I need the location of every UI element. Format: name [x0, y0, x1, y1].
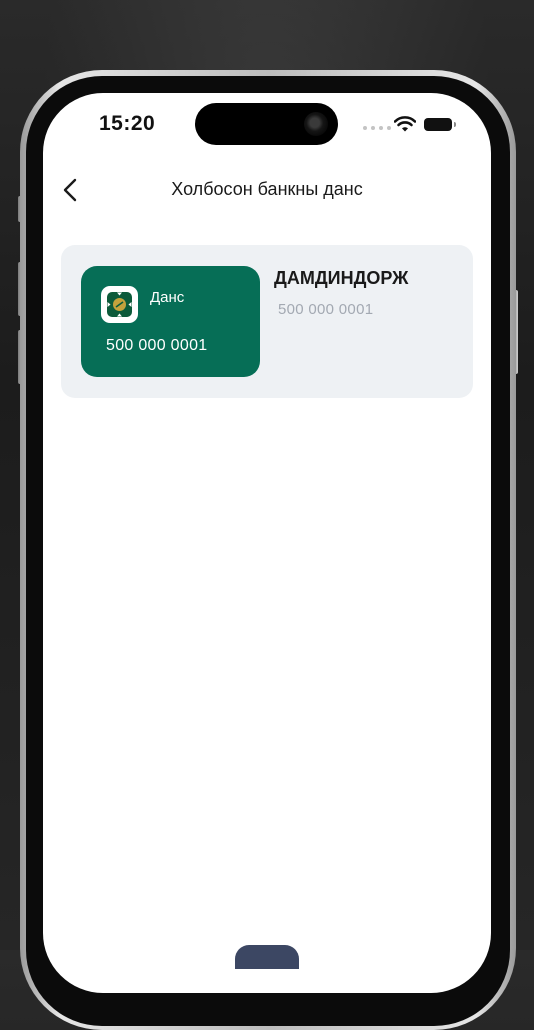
linked-account-card[interactable]: Данс 500 000 0001 ДАМДИНДОРЖ 500 000 000… [61, 245, 473, 398]
bottom-button-partial[interactable] [235, 945, 299, 969]
wifi-icon [394, 116, 416, 132]
account-number: 500 000 0001 [278, 301, 374, 318]
battery-icon [424, 118, 452, 131]
status-time: 15:20 [99, 112, 156, 135]
phone-screen: 15:20 Холбосон банкны данс Данс 500 000 … [43, 93, 491, 993]
battery-tip [454, 122, 456, 127]
page-title: Холбосон банкны данс [171, 179, 363, 199]
bank-logo-icon [101, 286, 138, 323]
account-holder-name: ДАМДИНДОРЖ [274, 268, 409, 288]
card-number: 500 000 0001 [106, 337, 208, 354]
cellular-signal-icon [363, 126, 391, 130]
camera-icon [304, 112, 328, 136]
dynamic-island [195, 103, 338, 145]
bank-logo-graphic [107, 292, 132, 317]
card-label: Данс [150, 289, 185, 306]
bank-card: Данс 500 000 0001 [81, 266, 260, 377]
